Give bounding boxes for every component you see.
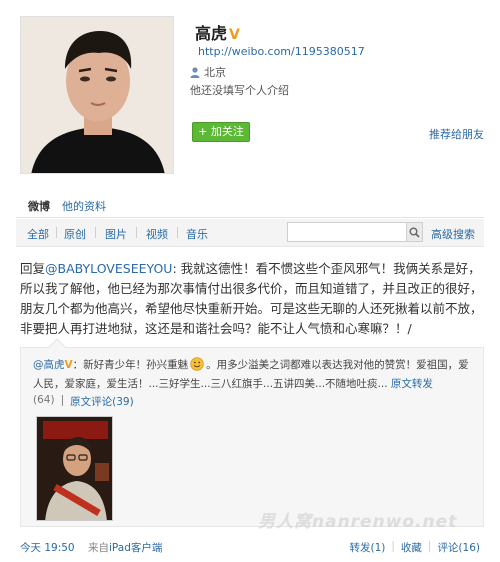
repost-text-part1: ：新好青少年！孙兴重魅 bbox=[72, 359, 189, 371]
follow-button[interactable]: + 加关注 bbox=[192, 122, 250, 142]
filter-all[interactable]: 全部 bbox=[27, 226, 49, 242]
divider: | bbox=[427, 540, 432, 552]
divider bbox=[136, 227, 137, 238]
divider: | bbox=[391, 540, 395, 552]
search-button[interactable] bbox=[407, 222, 423, 242]
post-actions: 转发(1) | 收藏 | 评论(16) bbox=[349, 540, 480, 555]
feed-filter-bar: 全部 原创 图片 视频 音乐 高级搜索 bbox=[16, 219, 484, 247]
profile-bio: 他还没填写个人介绍 bbox=[190, 84, 289, 97]
repost-content: @高虎V：新好青少年！孙兴重魅 。用多少溢美之词都难以表达我对他的赞赏！爱祖国，爱… bbox=[33, 356, 477, 394]
post-source-link[interactable]: iPad客户端 bbox=[109, 542, 162, 554]
tab-weibo[interactable]: 微博 bbox=[28, 198, 50, 214]
forward-button[interactable]: 转发(1) bbox=[349, 540, 385, 555]
tab-profile-info[interactable]: 他的资料 bbox=[62, 198, 106, 214]
post-content: 回复@BABYLOVESEEYOU: 我就这德性！看不惯这些个歪风邪气！我俩关系… bbox=[20, 259, 484, 339]
person-icon bbox=[190, 66, 200, 78]
repost-original-forward-link[interactable]: 原文转发 bbox=[391, 378, 433, 390]
filter-music[interactable]: 音乐 bbox=[186, 226, 208, 242]
post-reply-prefix: 回复 bbox=[20, 261, 46, 276]
profile-avatar[interactable] bbox=[20, 16, 174, 174]
divider bbox=[177, 227, 178, 238]
profile-tabs: 微博 他的资料 bbox=[16, 196, 484, 218]
filter-original[interactable]: 原创 bbox=[64, 226, 86, 242]
repost-forward-count: (64) bbox=[33, 394, 55, 406]
repost-author-link[interactable]: @高虎 bbox=[33, 359, 65, 371]
divider bbox=[95, 227, 96, 238]
site-watermark: 男人窝nanrenwo.net bbox=[258, 512, 458, 532]
divider bbox=[56, 227, 57, 238]
verified-badge-icon: V bbox=[229, 27, 240, 43]
repost-pointer bbox=[48, 338, 66, 356]
post-source: 来自iPad客户端 bbox=[88, 540, 162, 555]
profile-name: 高虎 V bbox=[195, 20, 240, 44]
avatar-portrait bbox=[21, 17, 173, 173]
repost-original-comments-link[interactable]: 原文评论(39) bbox=[70, 394, 134, 409]
profile-location: 北京 bbox=[190, 64, 226, 80]
repost-card: @高虎V：新好青少年！孙兴重魅 。用多少溢美之词都难以表达我对他的赞赏！爱祖国，爱… bbox=[20, 338, 484, 527]
comment-button[interactable]: 评论(16) bbox=[437, 540, 480, 555]
post-source-prefix: 来自 bbox=[88, 542, 109, 554]
post-mention-link[interactable]: @BABYLOVESEEYOU bbox=[45, 261, 172, 276]
favorite-button[interactable]: 收藏 bbox=[401, 540, 422, 555]
search-icon bbox=[409, 227, 420, 238]
filter-images[interactable]: 图片 bbox=[105, 226, 127, 242]
post-timestamp-link[interactable]: 今天 19:50 bbox=[20, 540, 75, 555]
repost-stats: (64) | 原文评论(39) bbox=[33, 394, 134, 409]
profile-name-text: 高虎 bbox=[195, 24, 228, 43]
repost-photo bbox=[37, 417, 112, 520]
verified-badge-icon: V bbox=[64, 359, 73, 371]
filter-videos[interactable]: 视频 bbox=[146, 226, 168, 242]
recommend-to-friend-link[interactable]: 推荐给朋友 bbox=[429, 126, 484, 142]
feed-search-input[interactable] bbox=[287, 222, 407, 242]
smiley-emoji-icon bbox=[190, 357, 204, 371]
profile-url-link[interactable]: http://weibo.com/1195380517 bbox=[198, 45, 365, 58]
advanced-search-link[interactable]: 高级搜索 bbox=[431, 226, 475, 242]
profile-location-text: 北京 bbox=[204, 66, 226, 79]
repost-image-thumbnail[interactable] bbox=[36, 416, 113, 521]
divider: | bbox=[60, 394, 65, 406]
